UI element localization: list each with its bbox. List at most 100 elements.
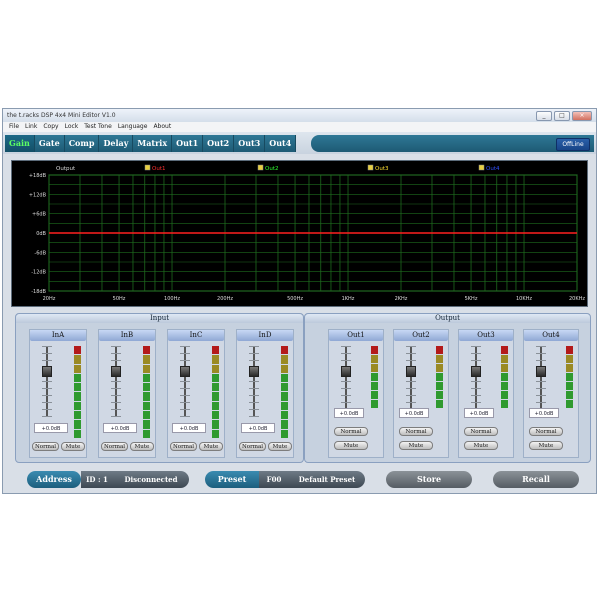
- connection-status-button[interactable]: OffLine: [556, 138, 590, 151]
- tab-delay[interactable]: Delay: [99, 135, 134, 152]
- level-meter: [501, 346, 508, 408]
- gain-fader[interactable]: [180, 346, 190, 417]
- mode-button[interactable]: Normal: [464, 427, 498, 436]
- gain-fader[interactable]: [536, 346, 546, 417]
- mode-button[interactable]: Normal: [334, 427, 368, 436]
- gain-value[interactable]: +0.0dB: [464, 408, 494, 418]
- gain-fader[interactable]: [471, 346, 481, 417]
- level-meter: [281, 346, 288, 438]
- mute-button[interactable]: Mute: [334, 441, 368, 450]
- fader-knob[interactable]: [536, 366, 546, 377]
- address-button[interactable]: Address: [27, 471, 81, 488]
- fader-tick: [406, 395, 416, 396]
- fader-knob[interactable]: [42, 366, 52, 377]
- preset-number: F00: [259, 471, 289, 488]
- menu-item-copy[interactable]: Copy: [43, 122, 58, 132]
- gain-value[interactable]: +0.0dB: [529, 408, 559, 418]
- legend-swatch-out4[interactable]: [478, 164, 485, 171]
- minimize-button[interactable]: _: [536, 111, 552, 121]
- fader-tick: [536, 360, 546, 361]
- gain-value[interactable]: +0.0dB: [103, 423, 137, 433]
- legend-swatch-out1[interactable]: [144, 164, 151, 171]
- mute-button[interactable]: Mute: [529, 441, 563, 450]
- mode-button[interactable]: Normal: [170, 442, 197, 451]
- mode-button[interactable]: Normal: [529, 427, 563, 436]
- gain-value[interactable]: +0.0dB: [334, 408, 364, 418]
- meter-segment: [566, 355, 573, 363]
- x-tick-label: 10KHz: [516, 296, 532, 302]
- gain-value[interactable]: +0.0dB: [172, 423, 206, 433]
- mode-button[interactable]: Normal: [399, 427, 433, 436]
- gain-fader[interactable]: [42, 346, 52, 417]
- connection-state: Disconnected: [113, 471, 189, 488]
- gain-value[interactable]: +0.0dB: [399, 408, 429, 418]
- input-panel-title: Input: [16, 314, 303, 323]
- gain-fader[interactable]: [111, 346, 121, 417]
- menu-item-lock[interactable]: Lock: [65, 122, 79, 132]
- fader-tick: [471, 388, 481, 389]
- input-strip-ina: InA +0.0dB Normal Mute: [29, 329, 87, 458]
- meter-segment: [436, 355, 443, 363]
- tab-out4[interactable]: Out4: [265, 135, 297, 152]
- mode-button[interactable]: Normal: [32, 442, 59, 451]
- maximize-button[interactable]: □: [554, 111, 570, 121]
- mute-button[interactable]: Mute: [61, 442, 85, 451]
- preset-button[interactable]: Preset: [205, 471, 259, 488]
- mute-button[interactable]: Mute: [199, 442, 223, 451]
- recall-button[interactable]: Recall: [493, 471, 579, 488]
- mute-button[interactable]: Mute: [268, 442, 292, 451]
- close-button[interactable]: ×: [572, 111, 592, 121]
- fader-tick: [471, 402, 481, 403]
- output-panel-title: Output: [305, 314, 590, 323]
- x-tick-label: 2KHz: [395, 296, 408, 302]
- mute-button[interactable]: Mute: [130, 442, 154, 451]
- channel-name: InC: [168, 330, 224, 341]
- meter-segment: [436, 346, 443, 354]
- menu-item-about[interactable]: About: [153, 122, 171, 132]
- mute-button[interactable]: Mute: [464, 441, 498, 450]
- tab-gate[interactable]: Gate: [34, 135, 65, 152]
- fader-knob[interactable]: [341, 366, 351, 377]
- tab-out1[interactable]: Out1: [172, 135, 204, 152]
- gain-value[interactable]: +0.0dB: [34, 423, 68, 433]
- menu-item-language[interactable]: Language: [118, 122, 148, 132]
- menu-item-link[interactable]: Link: [25, 122, 37, 132]
- tab-out2[interactable]: Out2: [203, 135, 235, 152]
- gain-fader[interactable]: [249, 346, 259, 417]
- tab-out3[interactable]: Out3: [234, 135, 266, 152]
- tab-matrix[interactable]: Matrix: [133, 135, 173, 152]
- fader-knob[interactable]: [249, 366, 259, 377]
- meter-segment: [436, 382, 443, 390]
- tab-gain[interactable]: Gain: [5, 135, 35, 152]
- meter-segment: [74, 420, 81, 429]
- fader-tick: [341, 402, 351, 403]
- menu-item-file[interactable]: File: [9, 122, 19, 132]
- fader-knob[interactable]: [180, 366, 190, 377]
- meter-segment: [501, 382, 508, 390]
- gain-value[interactable]: +0.0dB: [241, 423, 275, 433]
- gain-fader[interactable]: [406, 346, 416, 417]
- menu-item-test-tone[interactable]: Test Tone: [84, 122, 112, 132]
- mode-button[interactable]: Normal: [239, 442, 266, 451]
- fader-tick: [42, 416, 52, 417]
- meter-segment: [566, 346, 573, 354]
- y-tick-label: +18dB: [29, 173, 47, 179]
- fader-knob[interactable]: [406, 366, 416, 377]
- input-strip-inc: InC +0.0dB Normal Mute: [167, 329, 225, 458]
- mode-button[interactable]: Normal: [101, 442, 128, 451]
- tab-comp[interactable]: Comp: [64, 135, 100, 152]
- gain-fader[interactable]: [341, 346, 351, 417]
- fader-knob[interactable]: [471, 366, 481, 377]
- store-button[interactable]: Store: [386, 471, 472, 488]
- fader-knob[interactable]: [111, 366, 121, 377]
- fader-tick: [180, 346, 190, 347]
- legend-swatch-out3[interactable]: [367, 164, 374, 171]
- x-tick-label: 20Hz: [43, 296, 56, 302]
- x-tick-label: 200Hz: [217, 296, 233, 302]
- meter-segment: [281, 429, 288, 438]
- meter-segment: [74, 401, 81, 411]
- fader-tick: [42, 409, 52, 410]
- response-graph: +18dB +12dB +6dB 0dB -6dB -12dB -18dB 20Hz 50Hz 1…: [11, 160, 588, 307]
- legend-swatch-out2[interactable]: [257, 164, 264, 171]
- mute-button[interactable]: Mute: [399, 441, 433, 450]
